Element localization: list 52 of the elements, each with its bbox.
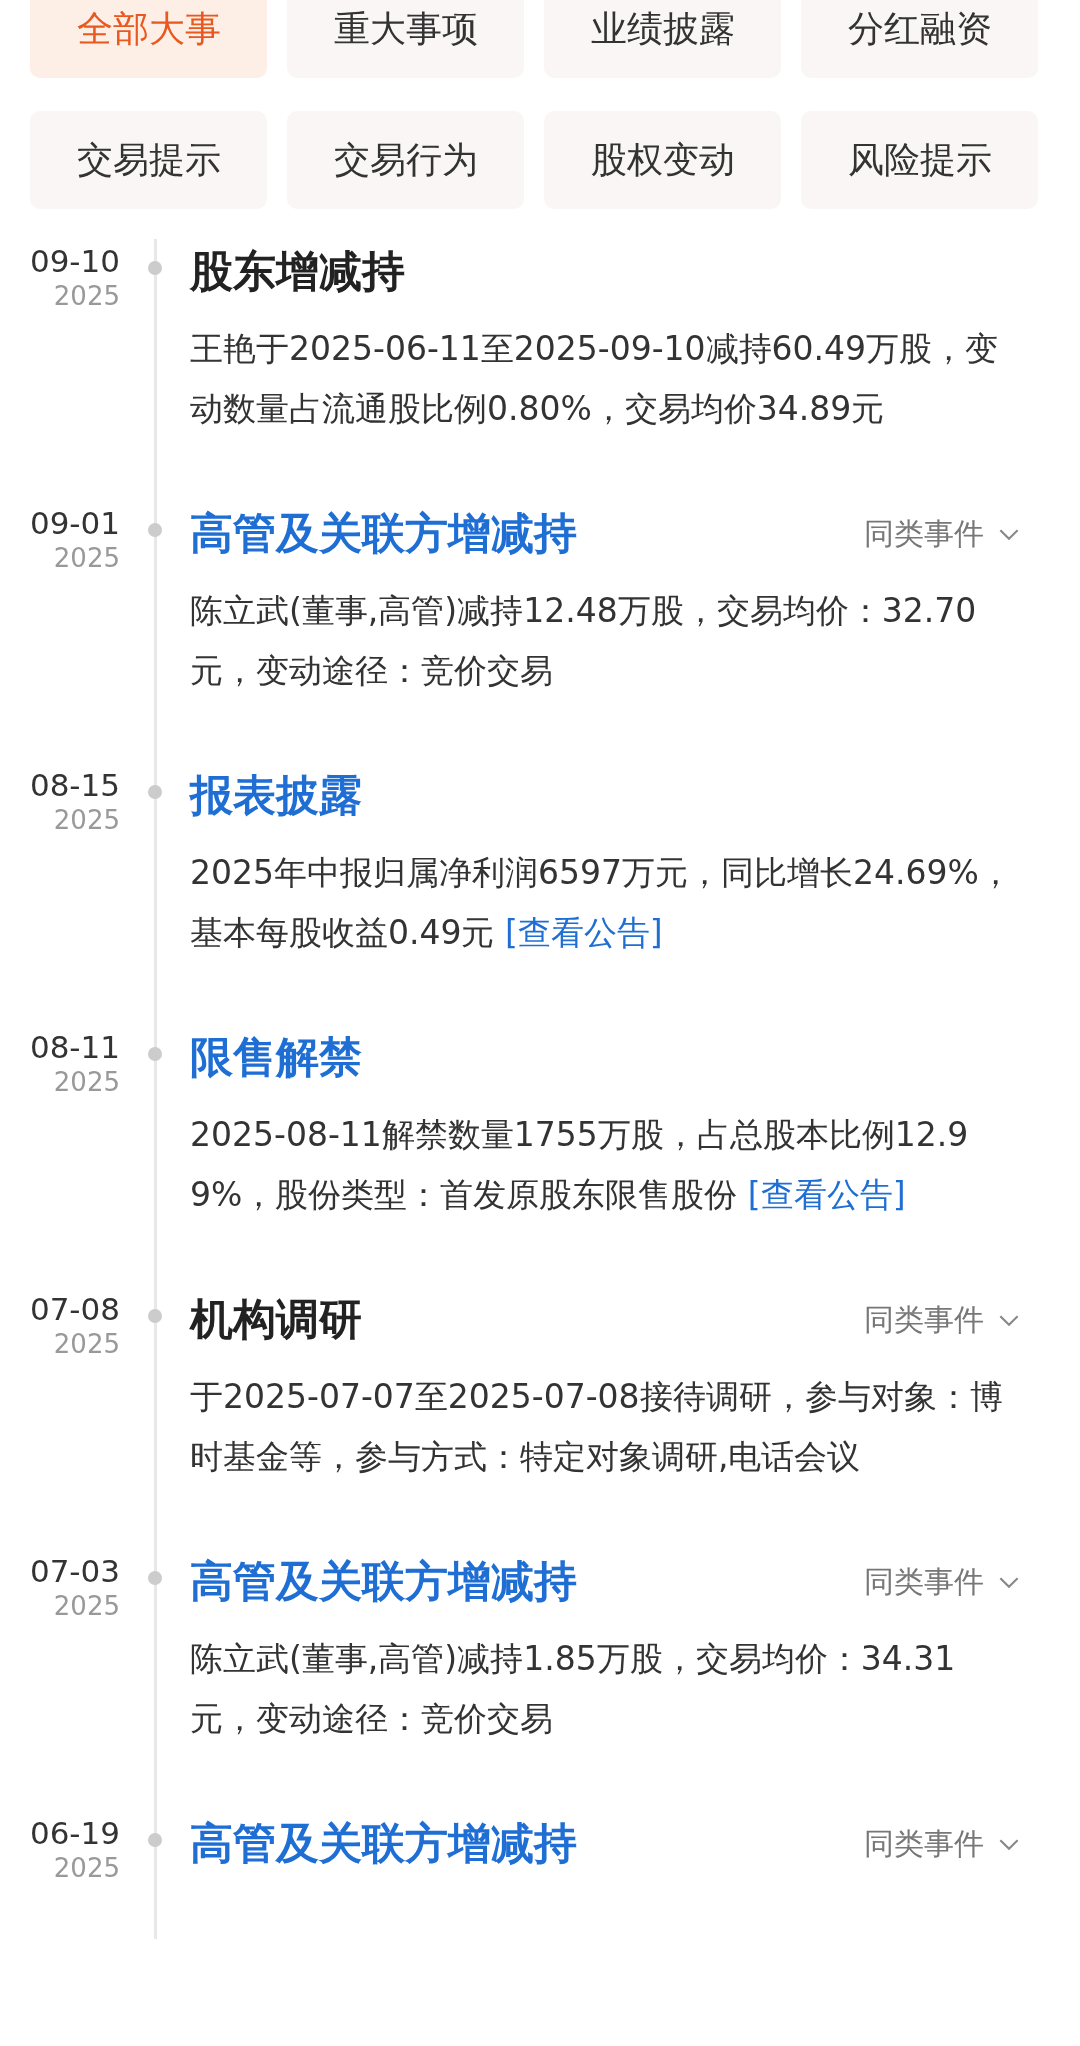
filter-tab[interactable]: 重大事项 (287, 0, 524, 78)
event-year: 2025 (53, 543, 120, 573)
filter-tab[interactable]: 分红融资 (801, 0, 1038, 78)
timeline-dot (148, 785, 162, 799)
event-title[interactable]: 高管及关联方增减持 (190, 505, 577, 563)
event-date: 07-03 (29, 1553, 120, 1589)
timeline-dot (148, 1047, 162, 1061)
event-year: 2025 (53, 1591, 120, 1621)
filter-tab[interactable]: 交易行为 (287, 111, 524, 209)
timeline-dot (148, 261, 162, 275)
chevron-down-icon (998, 1575, 1020, 1589)
announcement-link[interactable]: [查看公告] (747, 1175, 906, 1214)
timeline-dot (148, 1309, 162, 1323)
event-description: 2025-08-11解禁数量1755万股，占总股本比例12.99%，股份类型：首发原股东限售股份 [查看公告] (190, 1114, 970, 1216)
chevron-down-icon (998, 527, 1020, 541)
timeline-dot (148, 523, 162, 537)
event-title[interactable]: 高管及关联方增减持 (190, 1815, 577, 1873)
similar-events-button[interactable]: 同类事件 (864, 513, 1020, 555)
filter-tab[interactable]: 交易提示 (30, 111, 267, 209)
event-title: 机构调研 (190, 1293, 362, 1346)
filter-tab[interactable]: 风险提示 (801, 111, 1038, 209)
event-year: 2025 (53, 805, 120, 835)
event-date: 08-11 (29, 1029, 120, 1065)
event-description: 王艳于2025-06-11至2025-09-10减持60.49万股，变动数量占流通股比例0.80%，交易均价34.89元 (190, 328, 1000, 430)
event-date: 06-19 (29, 1815, 120, 1851)
event-title[interactable]: 高管及关联方增减持 (190, 1553, 577, 1611)
event-date: 07-08 (29, 1291, 120, 1327)
similar-events-button[interactable]: 同类事件 (864, 1299, 1020, 1341)
event-description: 于2025-07-07至2025-07-08接待调研，参与对象：博时基金等，参与方式：特定对象调研,电话会议 (190, 1376, 1004, 1478)
filter-tab[interactable]: 业绩披露 (544, 0, 781, 78)
event-year: 2025 (53, 1329, 120, 1359)
event-description: 陈立武(董事,高管)减持1.85万股，交易均价：34.31元，变动途径：竞价交易 (190, 1638, 957, 1740)
event-year: 2025 (53, 1853, 120, 1883)
filter-tab[interactable]: 股权变动 (544, 111, 781, 209)
timeline-dot (148, 1833, 162, 1847)
timeline-dot (148, 1571, 162, 1585)
similar-events-button[interactable]: 同类事件 (864, 1823, 1020, 1865)
event-date: 08-15 (29, 767, 120, 803)
event-year: 2025 (53, 1067, 120, 1097)
event-description: 2025年中报归属净利润6597万元，同比增长24.69%，基本每股收益0.49元 [查看公告] (190, 852, 1013, 954)
filter-tab[interactable]: 全部大事 (30, 0, 267, 78)
chevron-down-icon (998, 1313, 1020, 1327)
event-title[interactable]: 报表披露 (190, 767, 362, 825)
event-description: 陈立武(董事,高管)减持12.48万股，交易均价：32.70元，变动途径：竞价交易 (190, 590, 978, 692)
chevron-down-icon (998, 1837, 1020, 1851)
announcement-link[interactable]: [查看公告] (505, 913, 663, 952)
event-date: 09-01 (29, 505, 120, 541)
event-title: 股东增减持 (190, 245, 405, 298)
event-title[interactable]: 限售解禁 (190, 1029, 362, 1087)
similar-events-button[interactable]: 同类事件 (864, 1561, 1020, 1603)
event-date: 09-10 (29, 243, 120, 279)
event-year: 2025 (53, 281, 120, 311)
